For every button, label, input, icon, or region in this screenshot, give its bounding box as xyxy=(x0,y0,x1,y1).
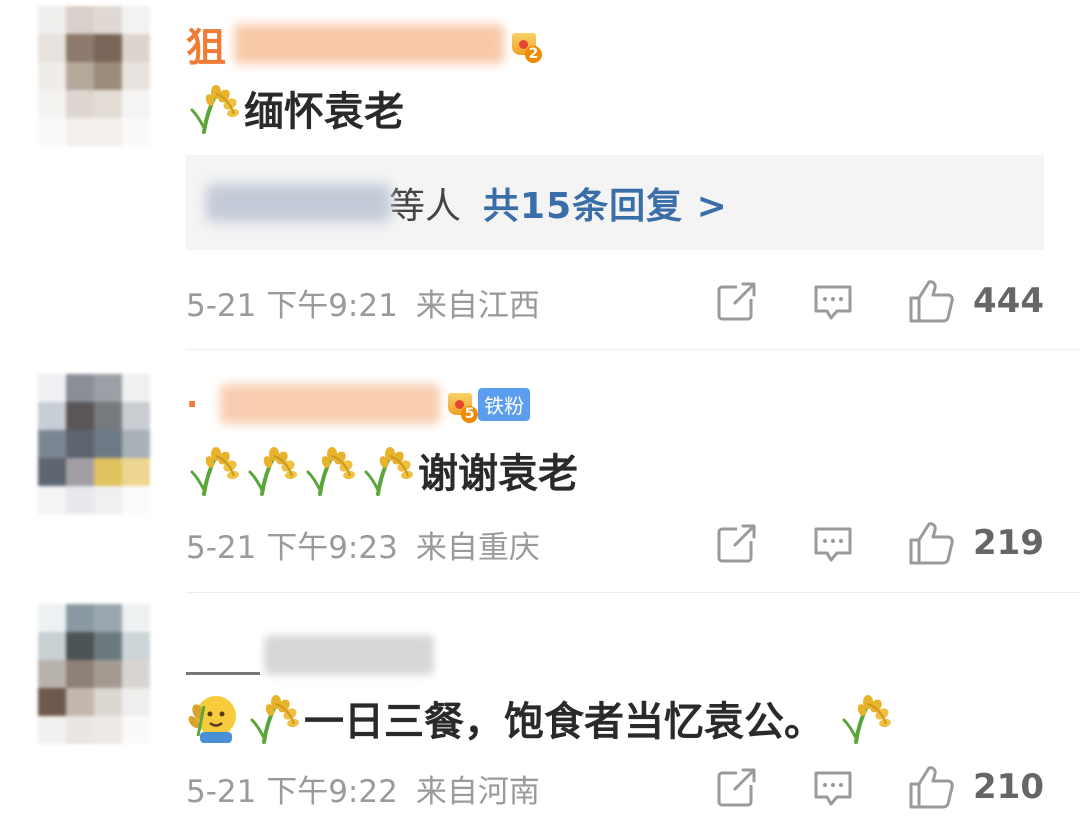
reply-button[interactable] xyxy=(811,279,855,323)
rice-icon xyxy=(186,444,240,496)
like-button[interactable]: 444 xyxy=(907,278,1044,324)
like-count: 444 xyxy=(973,281,1044,321)
reply-button[interactable] xyxy=(811,765,855,809)
vip-badge: 2 xyxy=(510,27,542,63)
share-icon xyxy=(715,521,759,565)
share-button[interactable] xyxy=(715,279,759,323)
avatar[interactable] xyxy=(38,604,150,744)
divider xyxy=(186,592,1080,593)
comment-icon xyxy=(811,765,855,809)
comment-actions: 219 xyxy=(715,518,1044,568)
comment-meta: 5-21 下午9:22 来自河南 xyxy=(186,766,540,810)
reply-summary[interactable]: 等人 共15条回复 > xyxy=(186,155,1044,250)
location: 来自重庆 xyxy=(415,529,540,566)
comment-content: 一日三餐，饱食者当忆袁公。 xyxy=(304,699,824,745)
divider xyxy=(186,349,1080,350)
like-count: 219 xyxy=(973,523,1044,563)
username[interactable]: 狙 2 xyxy=(186,14,542,74)
replier-names-redacted xyxy=(206,183,391,222)
location: 来自河南 xyxy=(415,773,540,810)
share-icon xyxy=(715,765,759,809)
like-button[interactable]: 210 xyxy=(907,764,1044,810)
comment-meta: 5-21 下午9:23 来自重庆 xyxy=(186,522,540,566)
reply-button[interactable] xyxy=(811,521,855,565)
thumbs-up-icon xyxy=(907,764,955,810)
comment-text: 谢谢袁老 xyxy=(186,440,578,500)
timestamp: 5-21 下午9:23 xyxy=(186,529,398,566)
share-icon xyxy=(715,279,759,323)
comment-icon xyxy=(811,279,855,323)
username[interactable] xyxy=(186,625,434,685)
fan-badge-label: 铁粉 xyxy=(478,387,531,421)
username-text[interactable]: · xyxy=(186,385,198,423)
rice-icon xyxy=(302,444,356,496)
username-underline xyxy=(186,671,260,675)
thumbs-up-icon xyxy=(907,520,955,566)
share-button[interactable] xyxy=(715,765,759,809)
timestamp: 5-21 下午9:21 xyxy=(186,287,398,324)
like-button[interactable]: 219 xyxy=(907,520,1044,566)
username-redacted xyxy=(264,635,434,675)
comment-icon xyxy=(811,521,855,565)
username-redacted xyxy=(234,24,504,64)
rice-icon xyxy=(186,82,240,134)
rice-icon xyxy=(838,692,892,744)
username[interactable]: · 5 铁粉 xyxy=(186,374,531,434)
farmer-face-icon xyxy=(186,692,240,744)
fan-badge: 5 铁粉 xyxy=(446,387,531,423)
username-text[interactable]: 狙 xyxy=(186,15,226,73)
comment-content: 缅怀袁老 xyxy=(244,89,404,135)
comment-actions: 444 xyxy=(715,276,1044,326)
rice-icon xyxy=(246,692,300,744)
share-button[interactable] xyxy=(715,521,759,565)
comment-content: 谢谢袁老 xyxy=(418,451,578,497)
thumbs-up-icon xyxy=(907,278,955,324)
comment-meta: 5-21 下午9:21 来自江西 xyxy=(186,280,540,324)
view-replies-link[interactable]: 共15条回复 > xyxy=(483,177,728,229)
reply-tail-text: 等人 xyxy=(389,185,462,227)
comment-actions: 210 xyxy=(715,762,1044,812)
rice-icon xyxy=(360,444,414,496)
like-count: 210 xyxy=(973,767,1044,807)
rice-icon xyxy=(244,444,298,496)
crown-icon: 2 xyxy=(510,27,542,63)
username-redacted xyxy=(220,384,441,424)
avatar[interactable] xyxy=(38,374,150,514)
comment-text: 一日三餐，饱食者当忆袁公。 xyxy=(186,688,896,748)
timestamp: 5-21 下午9:22 xyxy=(186,773,398,810)
location: 来自江西 xyxy=(415,287,540,324)
crown-icon: 5 xyxy=(446,387,479,423)
comment-text: 缅怀袁老 xyxy=(186,78,404,138)
avatar[interactable] xyxy=(38,6,150,146)
